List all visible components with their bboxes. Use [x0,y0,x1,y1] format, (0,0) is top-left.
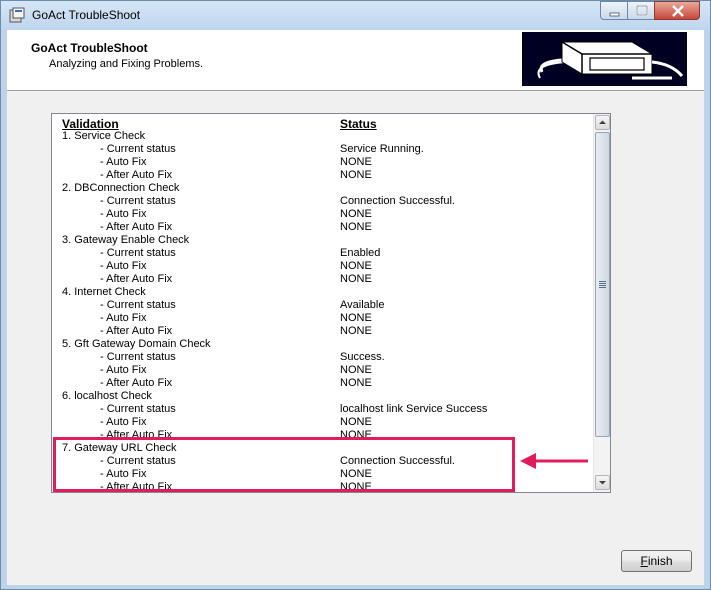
row-status: NONE [340,260,372,272]
validation-list: Validation Status 1. Service Check - Curr… [52,114,593,492]
row-status: NONE [340,208,372,220]
row-label: - Current status [100,247,176,259]
check-detail-row: - Auto Fix NONE [52,312,593,325]
row-status: Connection Successful. [340,195,455,207]
check-detail-row: - Auto Fix NONE [52,260,593,273]
row-label: - Current status [100,403,176,415]
check-group-row: 4. Internet Check [52,286,593,299]
row-status: Service Running. [340,143,424,155]
row-label: 1. Service Check [62,130,146,142]
grip-line [599,281,606,282]
row-label: - Auto Fix [100,208,147,220]
check-detail-row: - After Auto Fix NONE [52,169,593,182]
row-label: - Auto Fix [100,416,147,428]
row-label: 2. DBConnection Check [62,182,180,194]
row-label: - After Auto Fix [100,325,173,337]
row-status: NONE [340,377,372,389]
row-status: NONE [340,416,372,428]
scroll-down-button[interactable] [595,475,610,490]
row-label: - Current status [100,195,176,207]
close-icon [672,5,684,17]
row-label: - Current status [100,351,176,363]
row-status: Success. [340,351,385,363]
row-label: - Auto Fix [100,364,147,376]
finish-label: inish [647,554,673,568]
header-banner: GoAct TroubleShoot Analyzing and Fixing … [7,30,704,91]
computer-icon [522,32,687,86]
check-detail-row: - Auto Fix NONE [52,208,593,221]
maximize-icon [636,5,648,16]
scroll-up-button[interactable] [595,115,610,130]
check-detail-row: - Auto Fix NONE [52,416,593,429]
check-detail-row: - Current status Service Running. [52,143,593,156]
row-label: 3. Gateway Enable Check [62,234,190,246]
grip-line [599,283,606,284]
check-group-row: 3. Gateway Enable Check [52,234,593,247]
scroll-thumb[interactable] [595,132,610,437]
row-label: - After Auto Fix [100,273,173,285]
app-window: GoAct TroubleShoot GoAct TroubleShoot An… [0,0,711,590]
arrow-down-icon [599,481,606,485]
row-status: NONE [340,364,372,376]
computer-logo-image [522,32,687,86]
column-header-status: Status [340,117,377,131]
check-detail-row: - After Auto Fix NONE [52,273,593,286]
row-status: Enabled [340,247,381,259]
left-arrow-icon [520,453,588,469]
check-detail-row: - Current status Available [52,299,593,312]
row-label: - After Auto Fix [100,221,173,233]
row-status: NONE [340,169,372,181]
check-detail-row: - After Auto Fix NONE [52,325,593,338]
maximize-button[interactable] [627,1,655,20]
row-label: - Auto Fix [100,312,147,324]
row-label: - After Auto Fix [100,377,173,389]
close-button[interactable] [654,1,700,20]
row-label: - Current status [100,299,176,311]
finish-button[interactable]: Finish [621,550,692,572]
header-title: GoAct TroubleShoot [31,41,148,55]
window-title: GoAct TroubleShoot [32,8,141,22]
validation-listbox[interactable]: Validation Status 1. Service Check - Curr… [51,113,611,493]
check-detail-row: - After Auto Fix NONE [52,221,593,234]
row-label: 6. localhost Check [62,390,152,402]
minimize-icon [609,12,620,17]
finish-label-accelerator: F [640,554,648,568]
check-detail-row: - Current status Enabled [52,247,593,260]
grip-line [599,285,606,286]
row-label: 5. Gft Gateway Domain Check [62,338,211,350]
check-detail-row: - Auto Fix NONE [52,156,593,169]
check-group-row: 2. DBConnection Check [52,182,593,195]
check-detail-row: - Auto Fix NONE [52,364,593,377]
row-status: NONE [340,156,372,168]
row-label: - After Auto Fix [100,169,173,181]
column-header-validation: Validation [62,117,119,131]
check-detail-row: - Current status Success. [52,351,593,364]
check-group-row: 5. Gft Gateway Domain Check [52,338,593,351]
check-group-row: 6. localhost Check [52,390,593,403]
app-icon [9,7,25,23]
row-label: 4. Internet Check [62,286,146,298]
row-status: NONE [340,273,372,285]
row-label: - Current status [100,143,176,155]
minimize-button[interactable] [600,1,628,20]
dialog-body: GoAct TroubleShoot Analyzing and Fixing … [7,30,704,585]
row-status: NONE [340,221,372,233]
highlight-box [53,437,515,492]
row-status: localhost link Service Success [340,403,488,415]
vertical-scrollbar[interactable] [593,114,610,492]
check-detail-row: - Current status localhost link Service S… [52,403,593,416]
check-detail-row: - After Auto Fix NONE [52,377,593,390]
row-status: NONE [340,325,372,337]
row-label: - Auto Fix [100,156,147,168]
arrow-up-icon [599,120,606,124]
header-subtitle: Analyzing and Fixing Problems. [49,58,204,70]
row-status: NONE [340,312,372,324]
title-bar[interactable]: GoAct TroubleShoot [1,1,710,30]
check-group-row: 1. Service Check [52,130,593,143]
grip-line [599,287,606,288]
row-label: - Auto Fix [100,260,147,272]
check-detail-row: - Current status Connection Successful. [52,195,593,208]
row-status: Available [340,299,385,311]
